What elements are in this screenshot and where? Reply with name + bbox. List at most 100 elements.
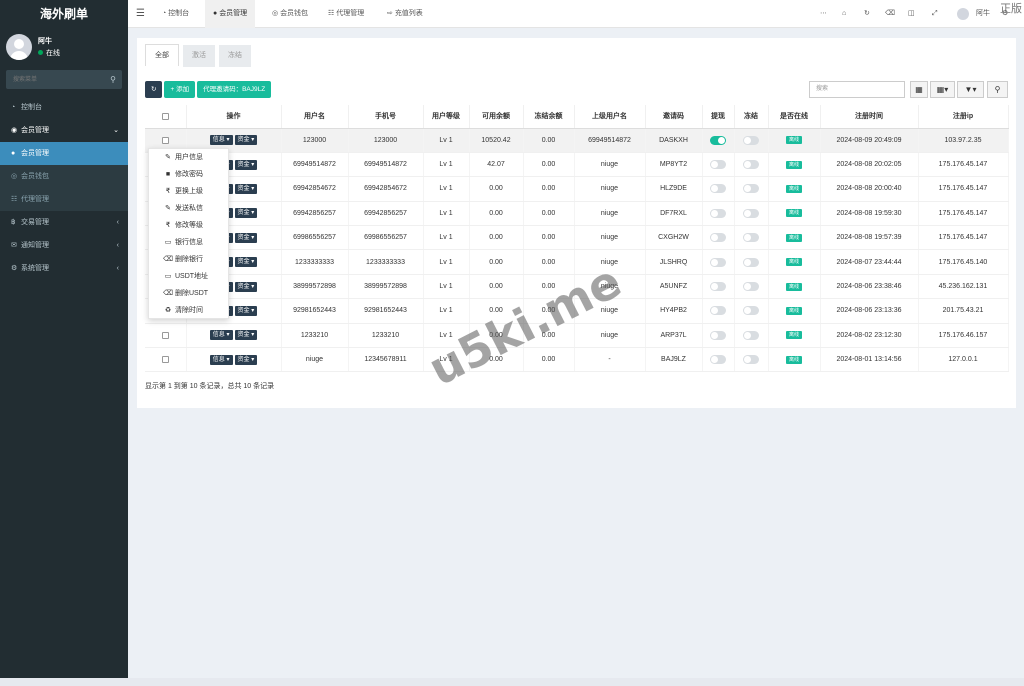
more-icon[interactable]: ⋯ xyxy=(820,0,827,28)
select-all-checkbox[interactable] xyxy=(161,112,169,120)
export-button[interactable]: ▼▾ xyxy=(957,81,984,98)
menu-toggle-icon[interactable]: ☰ xyxy=(136,0,150,28)
freeze-toggle[interactable] xyxy=(743,160,759,170)
toggle-view-button[interactable]: ▦ xyxy=(910,81,928,98)
withdraw-toggle[interactable] xyxy=(710,330,726,340)
menu-item-bank-info[interactable]: ▭ 银行信息 xyxy=(149,234,228,251)
column-header[interactable]: 邀请码 xyxy=(645,105,703,129)
withdraw-toggle[interactable] xyxy=(710,135,726,145)
menu-item-usdt-address[interactable]: ▭ USDT地址 xyxy=(149,268,228,285)
freeze-toggle[interactable] xyxy=(743,208,759,218)
freeze-toggle[interactable] xyxy=(743,257,759,267)
column-header[interactable]: 用户名 xyxy=(281,105,349,129)
sidebar-item-member-management[interactable]: ● 会员管理 xyxy=(0,142,128,165)
column-header[interactable]: 用户等级 xyxy=(423,105,470,129)
search-button[interactable]: ⚲ xyxy=(987,81,1008,98)
top-user-name[interactable]: 阿牛 xyxy=(976,0,990,28)
column-header[interactable]: 提现 xyxy=(702,105,735,129)
freeze-toggle[interactable] xyxy=(743,282,759,292)
menu-item-change-parent[interactable]: ₹ 更换上级 xyxy=(149,183,228,200)
menu-search-input[interactable] xyxy=(6,70,101,89)
withdraw-toggle[interactable] xyxy=(710,233,726,243)
table-row[interactable]: 信息 ▾ 资金 ▾ niuge 12345678911 Lv 1 0.00 0.00- BAJ… xyxy=(145,347,1009,373)
freeze-toggle[interactable] xyxy=(743,330,759,340)
column-header[interactable]: 手机号 xyxy=(348,105,424,129)
home-icon[interactable]: ⌂ xyxy=(842,0,846,28)
info-button[interactable]: 信息 ▾ xyxy=(209,330,233,341)
withdraw-toggle[interactable] xyxy=(710,160,726,170)
tab-dashboard[interactable]: ◔ 控制台 xyxy=(156,0,195,28)
menu-item-change-password[interactable]: ■ 修改密码 xyxy=(149,166,228,183)
tab-active[interactable]: 激活 xyxy=(183,45,215,67)
column-header[interactable]: 可用余额 xyxy=(469,105,524,129)
table-row[interactable]: 信息 ▾ 资金 ▾ 123000 123000 Lv 1 10520.42 0.00 6994… xyxy=(145,128,1009,153)
row-select-cell[interactable] xyxy=(145,347,187,373)
table-search-input[interactable]: 搜索 xyxy=(809,81,905,98)
invite-code-button[interactable]: 代理邀请码：BAJ9LZ xyxy=(197,81,272,98)
column-header[interactable]: 冻结余额 xyxy=(523,105,575,129)
funds-button[interactable]: 资金 ▾ xyxy=(234,257,258,268)
tab-all[interactable]: 全部 xyxy=(145,44,179,66)
sidebar-item-system-management[interactable]: ⚙ 系统管理 ‹ xyxy=(0,257,128,280)
withdraw-toggle[interactable] xyxy=(710,184,726,194)
tab-recharge-list[interactable]: ⇨ 充值列表 xyxy=(381,0,429,28)
column-header[interactable]: 注册ip xyxy=(918,105,1009,129)
app-logo[interactable]: 海外刷单 xyxy=(0,0,128,28)
withdraw-toggle[interactable] xyxy=(710,306,726,316)
info-button[interactable]: 信息 ▾ xyxy=(209,135,233,146)
freeze-toggle[interactable] xyxy=(743,355,759,365)
sidebar-item-dashboard[interactable]: ◔ 控制台 xyxy=(0,96,128,119)
sidebar-item-notice-management[interactable]: ✉ 通知管理 ‹ xyxy=(0,234,128,257)
funds-button[interactable]: 资金 ▾ xyxy=(234,232,258,243)
table-row[interactable]: 信息 ▾资金 ▾6994951487269949514872Lv 142.070… xyxy=(145,152,1009,178)
fullscreen-icon[interactable]: ⤢ xyxy=(932,0,938,28)
tab-member-management[interactable]: ● 会员管理 xyxy=(205,0,256,28)
sidebar-item-member-wallet[interactable]: ◎ 会员钱包 xyxy=(0,165,128,188)
columns-button[interactable]: ▦▾ xyxy=(930,81,955,98)
row-checkbox[interactable] xyxy=(161,136,169,144)
select-all-cell[interactable] xyxy=(145,105,187,129)
funds-button[interactable]: 资金 ▾ xyxy=(234,208,258,219)
freeze-toggle[interactable] xyxy=(743,233,759,243)
refresh-button[interactable]: ↻ xyxy=(145,81,163,98)
funds-button[interactable]: 资金 ▾ xyxy=(234,183,258,194)
menu-item-delete-usdt[interactable]: ⌫ 删除USDT xyxy=(149,285,228,302)
column-header[interactable]: 是否在线 xyxy=(768,105,821,129)
column-header[interactable]: 上级用户名 xyxy=(574,105,646,129)
refresh-icon[interactable]: ↻ xyxy=(864,0,870,28)
funds-button[interactable]: 资金 ▾ xyxy=(234,305,258,316)
menu-item-change-level[interactable]: ₹ 修改等级 xyxy=(149,217,228,234)
sidebar-item-agent-management[interactable]: ☷ 代理管理 xyxy=(0,188,128,211)
column-header[interactable]: 操作 xyxy=(186,105,282,129)
withdraw-toggle[interactable] xyxy=(710,282,726,292)
tab-agent-management[interactable]: ☷ 代理管理 xyxy=(322,0,370,28)
tab-frozen[interactable]: 冻结 xyxy=(219,45,251,67)
avatar[interactable] xyxy=(957,8,969,20)
funds-button[interactable]: 资金 ▾ xyxy=(234,354,258,365)
search-icon[interactable]: ⚲ xyxy=(110,75,116,84)
tab-member-wallet[interactable]: ◎ 会员钱包 xyxy=(266,0,314,28)
funds-button[interactable]: 资金 ▾ xyxy=(234,330,258,341)
freeze-toggle[interactable] xyxy=(743,306,759,316)
sidebar-item-trade-management[interactable]: ฿ 交易管理 ‹ xyxy=(0,211,128,234)
add-button[interactable]: + 添加 xyxy=(164,81,196,98)
table-row[interactable]: 信息 ▾资金 ▾6998655625769986556257Lv 10.000.… xyxy=(145,225,1009,251)
withdraw-toggle[interactable] xyxy=(710,355,726,365)
funds-button[interactable]: 资金 ▾ xyxy=(234,281,258,292)
table-row[interactable]: 信息 ▾资金 ▾6994285467269942854672Lv 10.000.… xyxy=(145,176,1009,202)
table-row[interactable]: 信息 ▾资金 ▾6994285625769942856257Lv 10.000.… xyxy=(145,201,1009,227)
withdraw-toggle[interactable] xyxy=(710,208,726,218)
funds-button[interactable]: 资金 ▾ xyxy=(234,159,258,170)
row-checkbox[interactable] xyxy=(161,356,169,364)
menu-item-delete-bank[interactable]: ⌫ 删除银行 xyxy=(149,251,228,268)
menu-item-clear-time[interactable]: ♻ 清除时间 xyxy=(149,302,228,319)
column-header[interactable]: 冻结 xyxy=(734,105,769,129)
row-checkbox[interactable] xyxy=(161,331,169,339)
menu-item-send-message[interactable]: ✎ 发送私信 xyxy=(149,200,228,217)
column-header[interactable]: 注册时间 xyxy=(820,105,919,129)
freeze-toggle[interactable] xyxy=(743,184,759,194)
row-select-cell[interactable] xyxy=(145,323,187,349)
info-button[interactable]: 信息 ▾ xyxy=(209,354,233,365)
funds-button[interactable]: 资金 ▾ xyxy=(234,135,258,146)
freeze-toggle[interactable] xyxy=(743,135,759,145)
